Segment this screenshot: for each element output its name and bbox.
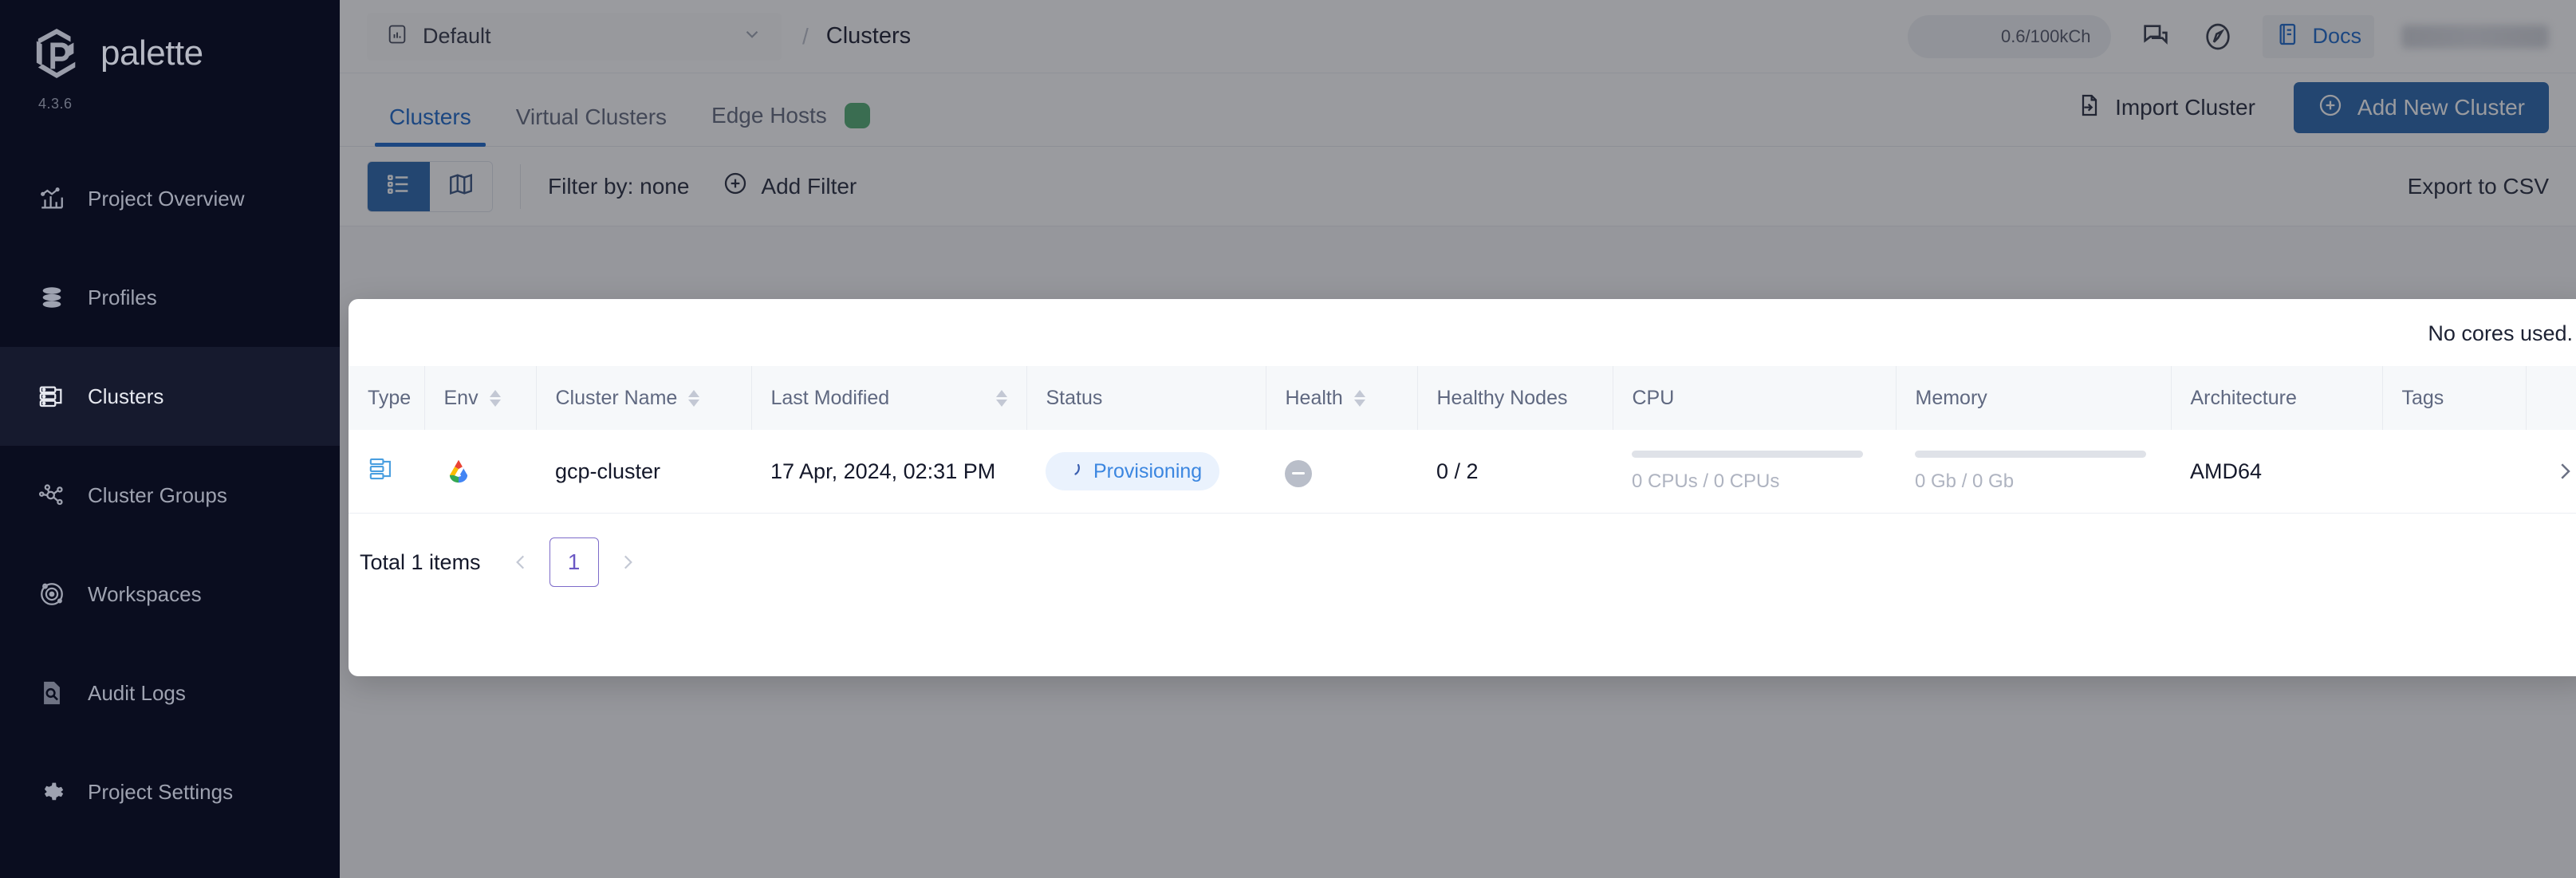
gcp-logo-icon — [449, 459, 468, 483]
column-status[interactable]: Status — [1026, 366, 1266, 430]
cpu-meter-bar — [1632, 450, 1863, 458]
chevron-left-icon[interactable] — [498, 540, 543, 585]
memory-meter-bar — [1915, 450, 2146, 458]
column-cluster-name[interactable]: Cluster Name — [536, 366, 752, 430]
cell-cpu: 0 CPUs / 0 CPUs — [1613, 430, 1896, 513]
cell-last-modified: 17 Apr, 2024, 02:31 PM — [770, 459, 996, 483]
column-tags[interactable]: Tags — [2382, 366, 2527, 430]
column-label: Tags — [2401, 386, 2444, 409]
cell-env — [424, 430, 536, 513]
brand-name: palette — [100, 33, 203, 73]
sidebar-item-project-settings[interactable]: Project Settings — [0, 742, 340, 841]
column-label: Env — [443, 386, 479, 409]
sidebar-item-label: Clusters — [88, 384, 164, 408]
sidebar-item-workspaces[interactable]: Workspaces — [0, 545, 340, 644]
bar-chart-icon — [38, 185, 65, 212]
no-cores-used-note: No cores used. — [2428, 321, 2573, 345]
column-label: Healthy Nodes — [1436, 386, 1568, 409]
column-label: Cluster Name — [555, 386, 678, 409]
health-minus-icon — [1285, 459, 1312, 487]
status-label: Provisioning — [1093, 459, 1203, 482]
sort-arrows-icon[interactable] — [688, 389, 700, 407]
sidebar-item-project-overview[interactable]: Project Overview — [0, 149, 340, 248]
sort-arrows-icon[interactable] — [1353, 389, 1365, 407]
status-badge: Provisioning — [1046, 452, 1220, 490]
cell-cluster-name[interactable]: gcp-cluster — [536, 430, 751, 513]
cpu-meter-label: 0 CPUs / 0 CPUs — [1632, 470, 1780, 492]
network-nodes-icon — [38, 482, 65, 509]
sidebar-item-label: Project Overview — [88, 186, 245, 211]
chevron-right-icon[interactable] — [2545, 459, 2576, 483]
sidebar-item-label: Cluster Groups — [88, 482, 227, 507]
cell-type — [349, 430, 424, 513]
sort-arrows-icon[interactable] — [489, 389, 501, 407]
sidebar-item-audit-logs[interactable]: Audit Logs — [0, 644, 340, 742]
column-env[interactable]: Env — [424, 366, 537, 430]
pagination: Total 1 items 1 — [349, 513, 2576, 587]
column-health[interactable]: Health — [1266, 366, 1418, 430]
sidebar-item-label: Project Settings — [88, 779, 234, 804]
pagination-total: Total 1 items — [360, 549, 481, 574]
memory-meter: 0 Gb / 0 Gb — [1915, 450, 2146, 493]
cell-healthy-nodes: 0 / 2 — [1436, 459, 1479, 483]
palette-hexagon-logo-icon — [36, 29, 76, 78]
main-content: Default / Clusters 0.6/100kCh Docs Clust… — [340, 0, 2576, 878]
column-architecture[interactable]: Architecture — [2171, 366, 2383, 430]
gear-icon — [38, 778, 65, 805]
chevron-right-icon[interactable] — [605, 540, 650, 585]
brand-version: 4.3.6 — [38, 96, 73, 112]
document-search-icon — [38, 679, 65, 707]
cluster-type-icon — [368, 458, 396, 487]
sidebar-item-label: Audit Logs — [88, 680, 186, 705]
sidebar: palette 4.3.6 Project Overview Profiles — [0, 0, 340, 878]
layers-stack-icon — [38, 284, 65, 311]
cell-status: Provisioning — [1026, 430, 1266, 513]
cell-architecture: AMD64 — [2190, 459, 2263, 483]
sort-arrows-icon[interactable] — [995, 389, 1007, 407]
table-header: Type Env Cluster Name Last Modified Stat… — [349, 366, 2576, 430]
sidebar-item-profiles[interactable]: Profiles — [0, 248, 340, 347]
column-label: Type — [368, 386, 412, 409]
clusters-panel: No cores used. Type Env Cluster Name Las… — [349, 299, 2576, 676]
memory-meter-label: 0 Gb / 0 Gb — [1915, 470, 2015, 492]
cell-health — [1266, 430, 1417, 513]
sidebar-item-label: Workspaces — [88, 581, 202, 606]
sidebar-item-clusters[interactable]: Clusters — [0, 347, 340, 446]
pagination-page-1[interactable]: 1 — [549, 537, 599, 587]
column-label: Memory — [1915, 386, 1987, 409]
cell-expand[interactable] — [2526, 430, 2576, 513]
sidebar-item-label: Profiles — [88, 285, 157, 309]
clusters-table: Type Env Cluster Name Last Modified Stat… — [349, 366, 2576, 513]
column-label: Health — [1285, 386, 1343, 409]
table-row[interactable]: gcp-cluster 17 Apr, 2024, 02:31 PM Provi… — [349, 430, 2576, 513]
column-cpu[interactable]: CPU — [1613, 366, 1897, 430]
column-expand — [2526, 366, 2576, 430]
cell-tags — [2382, 430, 2526, 513]
table-body: gcp-cluster 17 Apr, 2024, 02:31 PM Provi… — [349, 430, 2576, 513]
column-label: Architecture — [2190, 386, 2297, 409]
column-memory[interactable]: Memory — [1896, 366, 2172, 430]
sidebar-item-cluster-groups[interactable]: Cluster Groups — [0, 446, 340, 545]
orbit-icon — [38, 581, 65, 608]
sidebar-nav: Project Overview Profiles Clusters Clust… — [0, 149, 340, 841]
spinner-icon — [1063, 459, 1082, 484]
column-last-modified[interactable]: Last Modified — [751, 366, 1027, 430]
cpu-meter: 0 CPUs / 0 CPUs — [1632, 450, 1863, 493]
column-healthy-nodes[interactable]: Healthy Nodes — [1417, 366, 1613, 430]
server-rack-icon — [38, 383, 65, 410]
cell-memory: 0 Gb / 0 Gb — [1896, 430, 2171, 513]
table-header-row: Type Env Cluster Name Last Modified Stat… — [349, 366, 2576, 430]
column-label: Last Modified — [770, 386, 890, 409]
brand[interactable]: palette — [0, 0, 340, 80]
column-label: CPU — [1632, 386, 1675, 409]
application-root: palette 4.3.6 Project Overview Profiles — [0, 0, 2576, 878]
column-label: Status — [1046, 386, 1103, 409]
column-type[interactable]: Type — [349, 366, 425, 430]
